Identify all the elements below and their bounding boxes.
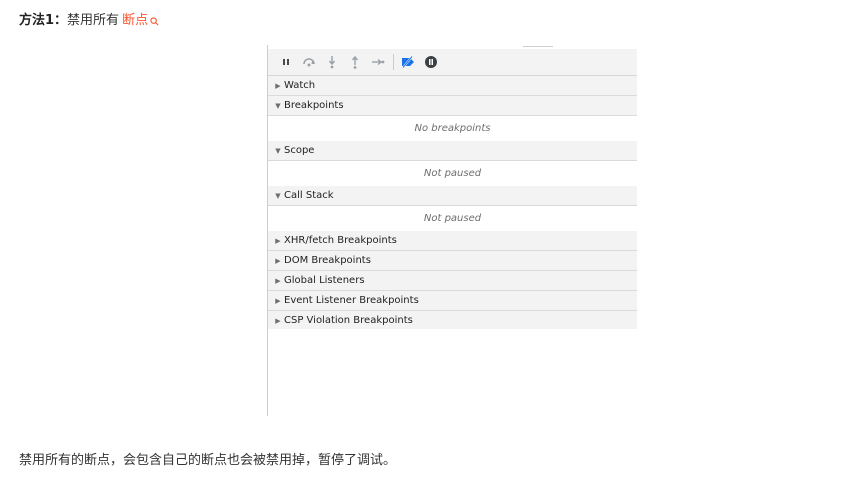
section-label: Breakpoints	[284, 100, 344, 111]
section-dom-breakpoints[interactable]: ▶ DOM Breakpoints	[268, 251, 637, 271]
deactivate-breakpoints-button[interactable]	[398, 52, 417, 72]
expanded-arrow-icon: ▼	[275, 101, 281, 110]
section-label: Watch	[284, 80, 316, 91]
debugger-toolbar	[268, 49, 637, 76]
collapsed-arrow-icon: ▶	[275, 296, 281, 305]
section-heading: 方法1： 禁用所有 断点	[19, 12, 159, 30]
collapsed-arrow-icon: ▶	[275, 316, 281, 325]
section-xhr-fetch-breakpoints[interactable]: ▶ XHR/fetch Breakpoints	[268, 231, 637, 251]
pause-button[interactable]	[276, 52, 295, 72]
panel-top-edge	[523, 46, 553, 47]
step-over-icon	[302, 58, 315, 67]
toolbar-separator	[393, 54, 394, 70]
section-label: DOM Breakpoints	[284, 255, 371, 266]
collapsed-arrow-icon: ▶	[275, 81, 281, 90]
pause-on-exceptions-button[interactable]	[421, 52, 440, 72]
devtools-sources-sidebar: ▶ Watch ▼ Breakpoints No breakpoints ▼ S…	[267, 45, 637, 416]
step-into-button[interactable]	[322, 52, 341, 72]
section-label: XHR/fetch Breakpoints	[284, 235, 397, 246]
section-label: Call Stack	[284, 190, 334, 201]
step-icon	[371, 58, 384, 66]
step-out-icon	[351, 55, 358, 69]
section-breakpoints[interactable]: ▼ Breakpoints	[268, 96, 637, 116]
section-call-stack[interactable]: ▼ Call Stack	[268, 186, 637, 206]
pause-on-exceptions-icon	[424, 56, 437, 68]
expanded-arrow-icon: ▼	[275, 146, 281, 155]
step-into-icon	[328, 56, 335, 69]
section-label: Global Listeners	[284, 275, 365, 286]
section-event-listener-breakpoints[interactable]: ▶ Event Listener Breakpoints	[268, 291, 637, 311]
step-button[interactable]	[368, 52, 387, 72]
breakpoints-deactivated-icon	[401, 56, 414, 68]
section-label: Event Listener Breakpoints	[284, 295, 419, 306]
collapsed-arrow-icon: ▶	[275, 236, 281, 245]
scope-empty-message: Not paused	[268, 161, 637, 187]
section-label: Scope	[284, 145, 315, 156]
section-csp-violation-breakpoints[interactable]: ▶ CSP Violation Breakpoints	[268, 311, 637, 331]
step-out-button[interactable]	[345, 52, 364, 72]
description-paragraph: 禁用所有的断点，会包含自己的断点也会被禁用掉，暂停了调试。	[19, 453, 397, 468]
collapsed-arrow-icon: ▶	[275, 256, 281, 265]
pause-icon	[282, 59, 289, 65]
expanded-arrow-icon: ▼	[275, 191, 281, 200]
section-watch[interactable]: ▶ Watch	[268, 76, 637, 96]
section-scope[interactable]: ▼ Scope	[268, 141, 637, 161]
breakpoints-empty-message: No breakpoints	[268, 116, 637, 142]
method-label: 方法1：	[19, 13, 68, 28]
collapsed-arrow-icon: ▶	[275, 276, 281, 285]
step-over-button[interactable]	[299, 52, 318, 72]
section-label: CSP Violation Breakpoints	[284, 315, 413, 326]
breakpoint-keyword-link[interactable]: 断点	[122, 12, 148, 30]
heading-text: 禁用所有	[67, 13, 120, 28]
search-icon[interactable]	[150, 14, 159, 25]
call-stack-empty-message: Not paused	[268, 206, 637, 232]
section-global-listeners[interactable]: ▶ Global Listeners	[268, 271, 637, 291]
sidebar-blank-area	[268, 329, 637, 416]
